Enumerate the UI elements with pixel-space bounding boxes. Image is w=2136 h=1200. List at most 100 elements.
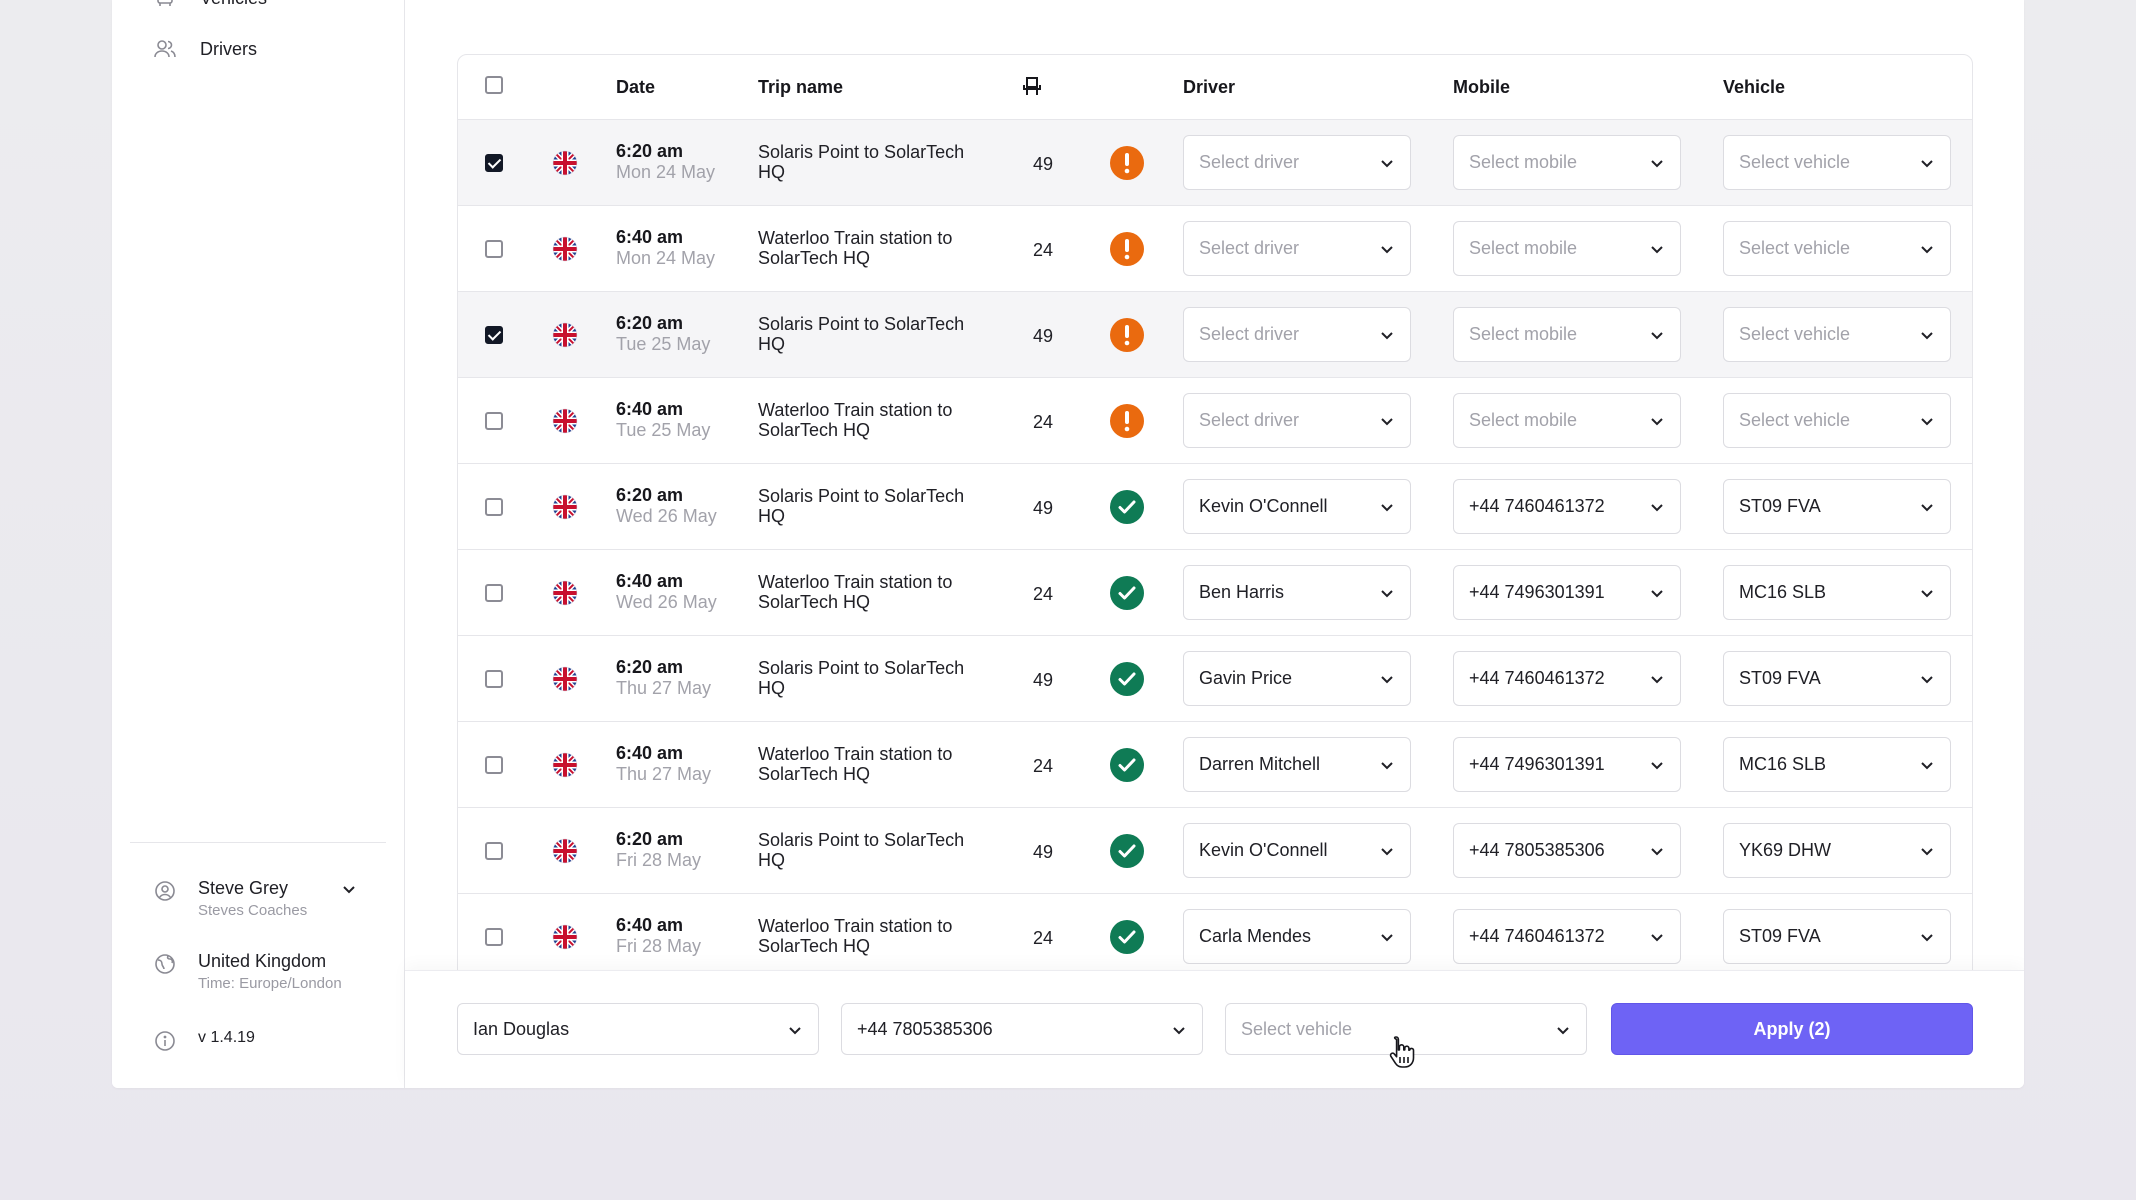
driver-value: Darren Mitchell	[1199, 754, 1321, 774]
vehicle-value: ST09 FVA	[1739, 926, 1821, 946]
row-checkbox[interactable]	[485, 670, 503, 688]
select-all-checkbox[interactable]	[485, 76, 503, 94]
trip-name: Solaris Point to SolarTech HQ	[758, 314, 965, 354]
row-checkbox[interactable]	[485, 326, 503, 344]
table-row[interactable]: 6:20 am Fri 28 May Solaris Point to SolarT…	[458, 808, 1972, 894]
check-circle-icon	[1110, 834, 1144, 868]
version-info: v 1.4.19	[152, 1027, 255, 1054]
trip-name: Waterloo Train station to SolarTech HQ	[758, 400, 953, 440]
vehicle-select[interactable]: MC16 SLB	[1723, 565, 1951, 620]
driver-select[interactable]: Kevin O'Connell	[1183, 479, 1411, 534]
chevron-down-icon	[1649, 929, 1665, 945]
apply-button[interactable]: Apply (2)	[1611, 1003, 1973, 1055]
vehicle-select[interactable]: Select vehicle	[1723, 393, 1951, 448]
chevron-down-icon	[1379, 413, 1395, 429]
driver-select[interactable]: Darren Mitchell	[1183, 737, 1411, 792]
vehicle-value: ST09 FVA	[1739, 668, 1821, 688]
bulk-mobile-select[interactable]: +44 7805385306	[841, 1003, 1203, 1055]
chevron-down-icon	[1919, 757, 1935, 773]
chevron-down-icon	[1379, 241, 1395, 257]
table-row[interactable]: 6:20 am Thu 27 May Solaris Point to SolarT…	[458, 636, 1972, 722]
mobile-select[interactable]: Select mobile	[1453, 307, 1681, 362]
vehicle-select[interactable]: ST09 FVA	[1723, 651, 1951, 706]
table-row[interactable]: 6:20 am Wed 26 May Solaris Point to SolarT…	[458, 464, 1972, 550]
trip-date: Tue 25 May	[616, 334, 711, 354]
user-company: Steves Coaches	[198, 902, 308, 919]
vehicle-select[interactable]: ST09 FVA	[1723, 479, 1951, 534]
check-circle-icon	[1110, 748, 1144, 782]
row-checkbox[interactable]	[485, 498, 503, 516]
column-header-trip[interactable]: Trip name	[758, 77, 843, 98]
row-checkbox[interactable]	[485, 756, 503, 774]
table-row[interactable]: 6:20 am Mon 24 May Solaris Point to SolarT…	[458, 120, 1972, 206]
user-menu[interactable]: Steve Grey Steves Coaches	[152, 877, 307, 923]
column-header-vehicle[interactable]: Vehicle	[1723, 77, 1785, 98]
chevron-down-icon	[1555, 1022, 1571, 1038]
table-row[interactable]: 6:40 am Tue 25 May Waterloo Train station …	[458, 378, 1972, 464]
mobile-select[interactable]: +44 7460461372	[1453, 479, 1681, 534]
table-row[interactable]: 6:40 am Wed 26 May Waterloo Train station …	[458, 550, 1972, 636]
chevron-down-icon	[1649, 671, 1665, 687]
driver-select[interactable]: Select driver	[1183, 221, 1411, 276]
globe-icon	[152, 951, 178, 977]
driver-value: Select driver	[1199, 238, 1300, 258]
chevron-down-icon	[1379, 843, 1395, 859]
table-row[interactable]: 6:40 am Mon 24 May Waterloo Train station …	[458, 206, 1972, 292]
row-checkbox[interactable]	[485, 412, 503, 430]
vehicle-select[interactable]: ST09 FVA	[1723, 909, 1951, 964]
trip-time: 6:20 am	[616, 313, 684, 333]
table-row[interactable]: 6:40 am Thu 27 May Waterloo Train station …	[458, 722, 1972, 808]
mobile-select[interactable]: +44 7496301391	[1453, 737, 1681, 792]
vehicle-select[interactable]: MC16 SLB	[1723, 737, 1951, 792]
driver-select[interactable]: Kevin O'Connell	[1183, 823, 1411, 878]
driver-select[interactable]: Select driver	[1183, 135, 1411, 190]
vehicle-select[interactable]: Select vehicle	[1723, 307, 1951, 362]
vehicle-value: Select vehicle	[1739, 324, 1851, 344]
driver-select[interactable]: Carla Mendes	[1183, 909, 1411, 964]
check-circle-icon	[1110, 662, 1144, 696]
driver-select[interactable]: Select driver	[1183, 307, 1411, 362]
driver-select[interactable]: Ben Harris	[1183, 565, 1411, 620]
mobile-select[interactable]: Select mobile	[1453, 135, 1681, 190]
mobile-select[interactable]: +44 7460461372	[1453, 909, 1681, 964]
table-row[interactable]: 6:40 am Fri 28 May Waterloo Train station …	[458, 894, 1972, 980]
vehicle-select[interactable]: Select vehicle	[1723, 135, 1951, 190]
vehicle-value: Select vehicle	[1739, 410, 1851, 430]
chevron-down-icon	[1379, 585, 1395, 601]
row-checkbox[interactable]	[485, 842, 503, 860]
seat-count: 49	[1033, 154, 1054, 174]
vehicle-select[interactable]: Select vehicle	[1723, 221, 1951, 276]
chevron-down-icon[interactable]	[340, 880, 358, 898]
driver-value: Carla Mendes	[1199, 926, 1312, 946]
mobile-select[interactable]: Select mobile	[1453, 221, 1681, 276]
row-checkbox[interactable]	[485, 928, 503, 946]
row-checkbox[interactable]	[485, 240, 503, 258]
uk-flag-icon	[552, 752, 578, 778]
uk-flag-icon	[552, 924, 578, 950]
vehicle-select[interactable]: YK69 DHW	[1723, 823, 1951, 878]
trip-datetime: 6:20 am Tue 25 May	[616, 313, 710, 355]
trip-name: Solaris Point to SolarTech HQ	[758, 142, 965, 182]
mobile-select[interactable]: +44 7805385306	[1453, 823, 1681, 878]
mobile-value: Select mobile	[1469, 410, 1578, 430]
column-header-driver[interactable]: Driver	[1183, 77, 1235, 98]
driver-select[interactable]: Select driver	[1183, 393, 1411, 448]
row-checkbox[interactable]	[485, 154, 503, 172]
table-row[interactable]: 6:20 am Tue 25 May Solaris Point to SolarT…	[458, 292, 1972, 378]
mobile-select[interactable]: Select mobile	[1453, 393, 1681, 448]
chevron-down-icon	[1649, 241, 1665, 257]
mobile-select[interactable]: +44 7460461372	[1453, 651, 1681, 706]
row-checkbox[interactable]	[485, 584, 503, 602]
seat-count: 49	[1033, 842, 1054, 862]
mobile-select[interactable]: +44 7496301391	[1453, 565, 1681, 620]
vehicle-value: Select vehicle	[1739, 152, 1851, 172]
driver-select[interactable]: Gavin Price	[1183, 651, 1411, 706]
sidebar-item-vehicles[interactable]: Vehicles	[152, 0, 267, 12]
column-header-date[interactable]: Date	[616, 77, 655, 98]
bulk-driver-select[interactable]: Ian Douglas	[457, 1003, 819, 1055]
sidebar-item-drivers[interactable]: Drivers	[152, 35, 257, 63]
column-header-mobile[interactable]: Mobile	[1453, 77, 1510, 98]
trip-date: Mon 24 May	[616, 162, 716, 182]
chevron-down-icon	[1919, 155, 1935, 171]
chevron-down-icon	[1649, 155, 1665, 171]
